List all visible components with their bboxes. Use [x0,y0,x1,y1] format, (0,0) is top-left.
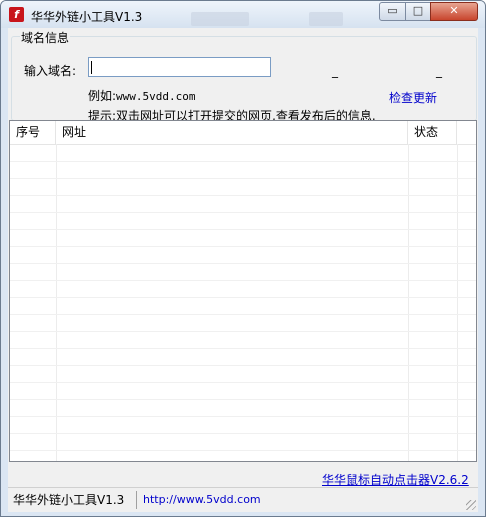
check-update-link[interactable]: 检查更新 [389,89,437,106]
grid-row-line [10,314,476,315]
column-header-url[interactable]: 网址 [56,121,408,144]
grid-line [457,144,458,461]
url-list[interactable]: 序号 网址 状态 [9,120,477,462]
grid-row-line [10,348,476,349]
example-domain: www.5vdd.com [116,90,196,103]
example-text: 例如:www.5vdd.com [88,87,196,104]
grid-row-line [10,161,476,162]
main-window: f 华华外链小工具V1.3 ▭ □ ✕ 域名信息 输入域名: _ _ 例如:ww… [0,0,486,517]
list-header: 序号 网址 状态 [10,121,476,145]
column-header-status[interactable]: 状态 [408,121,457,144]
grid-row-line [10,246,476,247]
resize-grip-icon[interactable] [466,500,476,510]
grid-row-line [10,433,476,434]
placeholder-dash-right: _ [436,64,442,78]
domain-info-group: 域名信息 输入域名: _ _ 例如:www.5vdd.com 检查更新 提示:双… [11,29,477,123]
placeholder-dash-left: _ [332,64,338,78]
grid-row-line [10,229,476,230]
status-app-name: 华华外链小工具V1.3 [10,491,137,509]
grid-row-line [10,297,476,298]
background-ghost-bar [309,12,343,26]
close-button[interactable]: ✕ [430,2,478,21]
title-bar[interactable]: f 华华外链小工具V1.3 ▭ □ ✕ [1,1,485,28]
minimize-button[interactable]: ▭ [379,2,406,21]
grid-row-line [10,331,476,332]
background-ghost-bar [191,12,249,26]
window-title: 华华外链小工具V1.3 [31,10,143,24]
grid-row-line [10,365,476,366]
domain-input[interactable] [88,57,271,77]
grid-row-line [10,382,476,383]
text-caret [91,61,92,74]
column-header-index[interactable]: 序号 [10,121,56,144]
grid-line [56,144,57,461]
grid-row-line [10,399,476,400]
maximize-button[interactable]: □ [405,2,431,21]
grid-row-line [10,195,476,196]
example-prefix: 例如: [88,89,117,103]
grid-row-line [10,450,476,451]
client-area: 域名信息 输入域名: _ _ 例如:www.5vdd.com 检查更新 提示:双… [8,28,478,512]
grid-row-line [10,178,476,179]
status-bar: 华华外链小工具V1.3 http://www.5vdd.com [8,487,478,512]
grid-row-line [10,263,476,264]
status-website-link[interactable]: http://www.5vdd.com [140,491,370,509]
group-title: 域名信息 [20,29,71,46]
flash-icon: f [9,7,24,22]
grid-row-line [10,416,476,417]
domain-input-label: 输入域名: [24,64,77,78]
grid-row-line [10,280,476,281]
grid-line [408,144,409,461]
mouse-clicker-link[interactable]: 华华鼠标自动点击器V2.6.2 [322,471,469,488]
grid-row-line [10,212,476,213]
